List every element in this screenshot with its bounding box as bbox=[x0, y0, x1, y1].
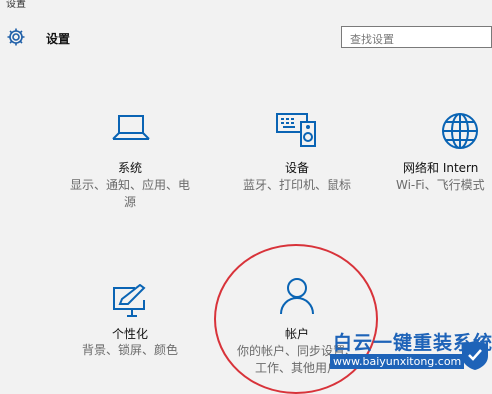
tile-devices-desc-line1: 蓝牙、打印机、鼠标 bbox=[242, 178, 351, 192]
tile-personalization-desc: 背景、锁屏、颜色 bbox=[58, 342, 202, 359]
tile-devices-desc: 蓝牙、打印机、鼠标 bbox=[222, 177, 372, 194]
tile-personalization-name: 个性化 bbox=[111, 327, 148, 341]
tile-personalization[interactable]: 个性化 背景、锁屏、颜色 bbox=[58, 280, 202, 360]
highlight-circle bbox=[214, 244, 378, 394]
devices-icon bbox=[276, 113, 316, 147]
page-title: 设置 bbox=[46, 32, 71, 46]
tile-system-desc: 显示、通知、应用、电 源 bbox=[58, 177, 202, 211]
search-placeholder: 查找设置 bbox=[350, 33, 394, 46]
window-title: 设置 bbox=[6, 0, 26, 10]
tile-personalization-desc-line1: 背景、锁屏、颜色 bbox=[81, 343, 178, 357]
globe-icon bbox=[442, 113, 478, 149]
tile-network[interactable]: 网络和 Intern Wi-Fi、飞行模式 bbox=[386, 110, 492, 210]
tile-network-name: 网络和 Intern bbox=[403, 161, 479, 175]
laptop-icon bbox=[112, 115, 150, 140]
tile-network-desc-line1: Wi-Fi、飞行模式 bbox=[396, 178, 485, 192]
tile-network-desc: Wi-Fi、飞行模式 bbox=[396, 177, 492, 194]
tile-devices[interactable]: 设备 蓝牙、打印机、鼠标 bbox=[222, 110, 372, 210]
tile-system-desc-line2: 源 bbox=[123, 195, 136, 209]
tile-system-name: 系统 bbox=[117, 161, 142, 175]
tile-devices-name: 设备 bbox=[284, 161, 309, 175]
personalization-icon bbox=[113, 284, 146, 317]
watermark-url: www.baiyunxitong.com bbox=[330, 354, 465, 369]
tile-system[interactable]: 系统 显示、通知、应用、电 源 bbox=[58, 110, 202, 210]
search-input[interactable]: 查找设置 bbox=[341, 26, 492, 48]
tile-system-desc-line1: 显示、通知、应用、电 bbox=[69, 178, 190, 192]
gear-icon bbox=[7, 28, 25, 46]
watermark-logo-icon bbox=[462, 341, 488, 370]
